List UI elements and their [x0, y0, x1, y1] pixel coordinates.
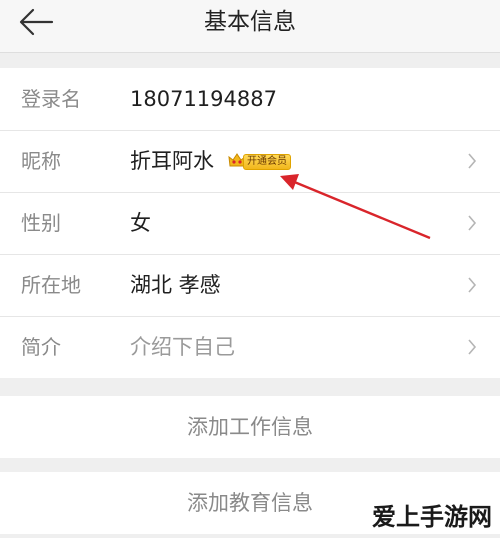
row-nickname[interactable]: 昵称 折耳阿水 开通会员 [0, 130, 500, 192]
row-label: 简介 [21, 335, 61, 359]
location-value: 湖北 孝感 [130, 273, 221, 297]
gender-value: 女 [130, 211, 151, 235]
top-app-bar: 基本信息 [0, 0, 500, 53]
chevron-right-icon [468, 153, 477, 169]
row-label: 所在地 [21, 273, 81, 297]
row-location[interactable]: 所在地 湖北 孝感 [0, 254, 500, 316]
row-bio[interactable]: 简介 介绍下自己 [0, 316, 500, 378]
nickname-value: 折耳阿水 [130, 149, 214, 173]
add-work-info-button[interactable]: 添加工作信息 [0, 396, 500, 458]
profile-info-card: 登录名 18071194887 昵称 折耳阿水 开通会员 性别 女 所在地 湖北… [0, 68, 500, 378]
vip-badge-label: 开通会员 [243, 154, 291, 170]
chevron-right-icon [468, 339, 477, 355]
bio-value: 介绍下自己 [130, 335, 235, 359]
add-work-info-label: 添加工作信息 [187, 415, 313, 439]
login-name-value: 18071194887 [130, 87, 277, 111]
row-login-name: 登录名 18071194887 [0, 68, 500, 130]
watermark-text: 爱上手游网 [372, 503, 492, 531]
chevron-right-icon [468, 277, 477, 293]
page-title: 基本信息 [204, 9, 296, 35]
chevron-right-icon [468, 215, 477, 231]
row-label: 登录名 [21, 87, 81, 111]
row-label: 性别 [21, 211, 61, 235]
row-label: 昵称 [21, 149, 61, 173]
row-gender[interactable]: 性别 女 [0, 192, 500, 254]
